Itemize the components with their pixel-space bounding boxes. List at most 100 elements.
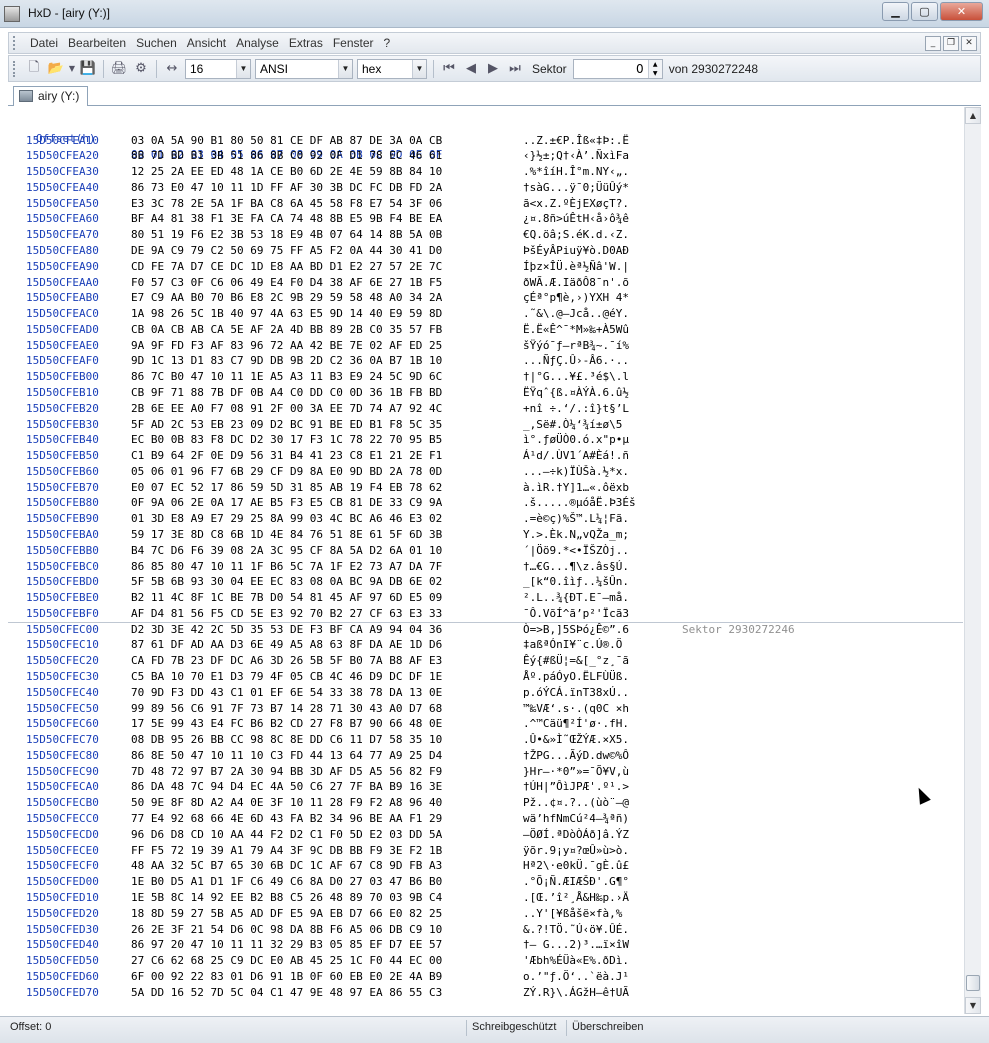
row-ascii[interactable]: Pž..¢¤.?..(ùò¨–@ [523, 795, 629, 811]
row-hex-bytes[interactable]: 86 97 20 47 10 11 11 32 29 B3 05 85 EF D… [131, 937, 442, 953]
row-ascii[interactable]: _­,Së#.Ò¼‘¾í±ø\5 [523, 417, 622, 433]
row-ascii[interactable]: ì°.ƒøÜÒ0.ó.x"p•µ [523, 432, 629, 448]
row-ascii[interactable]: –ÖØÍ.ªDòÒÁð]â.ÝZ [523, 827, 629, 843]
row-hex-bytes[interactable]: 99 89 56 C6 91 7F 73 B7 14 28 71 30 43 A… [131, 701, 442, 717]
row-ascii[interactable]: ´|Öö9.*<•ÏŠZÒj.. [523, 543, 629, 559]
row-ascii[interactable]: ðWÃ.Æ.IäðÔ8¯n'.õ [523, 275, 629, 291]
row-hex-bytes[interactable]: DE 9A C9 79 C2 50 69 75 FF A5 F2 0A 44 3… [131, 243, 442, 259]
row-hex-bytes[interactable]: 5F AD 2C 53 EB 23 09 D2 BC 91 BE ED B1 F… [131, 417, 442, 433]
row-hex-bytes[interactable]: 05 06 01 96 F7 6B 29 CF D9 8A E0 9D BD 2… [131, 464, 442, 480]
first-sector-icon[interactable]: ⏮ [439, 59, 459, 79]
row-ascii[interactable]: ZÝ.R}\.ÁGžH—ê†UÃ [523, 985, 629, 1001]
row-ascii[interactable]: ¯Ô.VõÍ^ã’p²'Ïcã3 [523, 606, 629, 622]
row-hex-bytes[interactable]: CB 0A CB AB CA 5E AF 2A 4D BB 89 2B C0 3… [131, 322, 442, 338]
row-ascii[interactable]: ..Z.±€P.Îß«‡Þ:.Ë [523, 133, 629, 149]
properties-icon[interactable]: ⚙ [131, 59, 151, 79]
menu-suchen[interactable]: Suchen [131, 36, 182, 50]
row-ascii[interactable]: ËŸqˆ{ß.¤ÀÝÀ.6.û½ [523, 385, 629, 401]
row-hex-bytes[interactable]: 8B 7D BD B1 3B 51 86 8B C0 92 0F D1 78 E… [131, 148, 442, 164]
menu-fenster[interactable]: Fenster [328, 36, 379, 50]
row-ascii[interactable]: Hª2\·e0kÜ.¯gÈ.û£ [523, 858, 629, 874]
row-hex-bytes[interactable]: 03 0A 5A 90 B1 80 50 81 CE DF AB 87 DE 3… [131, 133, 442, 149]
row-hex-bytes[interactable]: 9D 1C 13 D1 83 C7 9D DB 9B 2D C2 36 0A B… [131, 353, 442, 369]
charset-select[interactable]: ANSI ▼ [255, 58, 353, 79]
row-hex-bytes[interactable]: EC B0 0B 83 F8 DC D2 30 17 F3 1C 78 22 7… [131, 432, 442, 448]
row-hex-bytes[interactable]: 27 C6 62 68 25 C9 DC E0 AB 45 25 1C F0 4… [131, 953, 442, 969]
dropdown-arrow-icon[interactable]: ▼ [68, 59, 76, 79]
offset-base-select[interactable]: hex ▼ [357, 58, 427, 79]
row-ascii[interactable]: p.óÝCÁ.ïnT38xÚ.. [523, 685, 629, 701]
row-hex-bytes[interactable]: 18 8D 59 27 5B A5 AD DF E5 9A EB D7 66 E… [131, 906, 442, 922]
row-ascii[interactable]: €Q.öâ;S.éK.d.‹Z. [523, 227, 629, 243]
row-hex-bytes[interactable]: 01 3D E8 A9 E7 29 25 8A 99 03 4C BC A6 4… [131, 511, 442, 527]
menu-extras[interactable]: Extras [284, 36, 328, 50]
row-hex-bytes[interactable]: 9A 9F FD F3 AF 83 96 72 AA 42 BE 7E 02 A… [131, 338, 442, 354]
row-hex-bytes[interactable]: 1A 98 26 5C 1B 40 97 4A 63 E5 9D 14 40 E… [131, 306, 442, 322]
row-ascii[interactable]: ..Y'[¥­ßåšë×fà‚% [523, 906, 622, 922]
row-ascii[interactable]: Ò=>B,]5SÞó¿Ê©”.6 [523, 622, 629, 638]
row-ascii[interactable]: wä’hfNmCú²4–¾ªñ) [523, 811, 629, 827]
chevron-down-icon[interactable]: ▼ [338, 59, 352, 78]
scroll-thumb[interactable] [966, 975, 980, 991]
mdi-minimize-button[interactable]: _ [925, 35, 941, 51]
row-hex-bytes[interactable]: 86 7C B0 47 10 11 1E A5 A3 11 B3 E9 24 5… [131, 369, 442, 385]
row-hex-bytes[interactable]: CB 9F 71 88 7B DF 0B A4 C0 DD C0 0D 36 1… [131, 385, 442, 401]
row-ascii[interactable]: .[Œ.’î²¸Å&H‰p.›Ä [523, 890, 629, 906]
row-ascii[interactable]: †— G...2)³.…ï×îW [523, 937, 629, 953]
row-hex-bytes[interactable]: 86 85 80 47 10 11 1F B6 5C 7A 1F E2 73 A… [131, 559, 442, 575]
row-hex-bytes[interactable]: 87 61 DF AD AA D3 6E 49 A5 A8 63 8F DA A… [131, 637, 442, 653]
row-hex-bytes[interactable]: 2B 6E EE A0 F7 08 91 2F 00 3A EE 7D 74 A… [131, 401, 442, 417]
close-button[interactable]: ✕ [940, 2, 983, 21]
scroll-up-icon[interactable]: ▲ [965, 107, 981, 124]
row-hex-bytes[interactable]: 7D 48 72 97 B7 2A 30 94 BB 3D AF D5 A5 5… [131, 764, 442, 780]
row-hex-bytes[interactable]: 1E B0 D5 A1 D1 1F C6 49 C6 8A D0 27 03 4… [131, 874, 442, 890]
tab-airy[interactable]: airy (Y:) [13, 86, 89, 106]
row-hex-bytes[interactable]: 86 DA 48 7C 94 D4 EC 4A 50 C6 27 7F BA B… [131, 779, 442, 795]
row-hex-bytes[interactable]: 17 5E 99 43 E4 FC B6 B2 CD 27 F8 B7 90 6… [131, 716, 442, 732]
row-ascii[interactable]: Íþz×ÎÜ.èª½Ñâ'W.| [523, 259, 629, 275]
row-ascii[interactable]: .˜&\.@—Jcå..@éY. [523, 306, 629, 322]
row-ascii[interactable]: ‹}½±;Q†‹À’.ÑxìFa [523, 148, 629, 164]
row-hex-bytes[interactable]: F0 57 C3 0F C6 06 49 E4 F0 D4 38 AF 6E 2… [131, 275, 442, 291]
row-hex-bytes[interactable]: 86 8E 50 47 10 11 10 C3 FD 44 13 64 77 A… [131, 748, 442, 764]
row-hex-bytes[interactable]: 59 17 3E 8D C8 6B 1D 4E 84 76 51 8E 61 5… [131, 527, 442, 543]
toolbar-grip[interactable] [13, 60, 19, 77]
row-ascii[interactable]: &.?!TÖ.˜Ú‹ö¥.ÛÉ. [523, 922, 629, 938]
save-icon[interactable]: 💾 [78, 59, 98, 79]
row-ascii[interactable]: .=è©ç)%Š™.L¼¦Fã. [523, 511, 629, 527]
row-hex-bytes[interactable]: 0F 9A 06 2E 0A 17 AE B5 F3 E5 CB 81 DE 3… [131, 495, 442, 511]
row-hex-bytes[interactable]: BF A4 81 38 F1 3E FA CA 74 48 8B E5 9B F… [131, 211, 442, 227]
scroll-down-icon[interactable]: ▼ [965, 997, 981, 1014]
row-ascii[interactable]: .Û•&»Ì˜ŒŽÝÆ.×X5. [523, 732, 629, 748]
row-hex-bytes[interactable]: 08 DB 95 26 BB CC 98 8C 8E DD C6 11 D7 5… [131, 732, 442, 748]
row-hex-bytes[interactable]: B4 7C D6 F6 39 08 2A 3C 95 CF 8A 5A D2 6… [131, 543, 442, 559]
row-ascii[interactable]: †…€G...¶\z.âs§Ú. [523, 559, 629, 575]
row-ascii[interactable]: ÿõr.9¡y¤?œÛ»ù>ò. [523, 843, 629, 859]
row-ascii[interactable]: †|°G...¥£.³é$\.l [523, 369, 629, 385]
row-hex-bytes[interactable]: 96 D6 D8 CD 10 AA 44 F2 D2 C1 F0 5D E2 0… [131, 827, 442, 843]
row-ascii[interactable]: Åº.páÓyO.ËLFÙÜß. [523, 669, 629, 685]
row-hex-bytes[interactable]: B2 11 4C 8F 1C BE 7B D0 54 81 45 AF 97 6… [131, 590, 442, 606]
menu-analyse[interactable]: Analyse [231, 36, 284, 50]
row-hex-bytes[interactable]: D2 3D 3E 42 2C 5D 35 53 DE F3 BF CA A9 9… [131, 622, 442, 638]
row-ascii[interactable]: ÞšÉyÂPiuÿ¥ò.D0AÐ [523, 243, 629, 259]
sector-spinner[interactable]: 0 ▲ ▼ [572, 58, 663, 79]
chevron-down-icon[interactable]: ▼ [236, 59, 250, 78]
spinner-arrows-icon[interactable]: ▲ ▼ [647, 59, 662, 78]
row-ascii[interactable]: çÉª°p¶è,›)YXH 4* [523, 290, 629, 306]
row-hex-bytes[interactable]: 80 51 19 F6 E2 3B 53 18 E9 4B 07 64 14 8… [131, 227, 442, 243]
row-hex-bytes[interactable]: CA FD 7B 23 DF DC A6 3D 26 5B 5F B0 7A B… [131, 653, 442, 669]
row-hex-bytes[interactable]: 1E 5B 8C 14 92 EE B2 B8 C5 26 48 89 70 0… [131, 890, 442, 906]
row-ascii[interactable]: }Hr—·*0”»=¯Õ¥V‚ù [523, 764, 629, 780]
menubar-grip[interactable] [13, 36, 19, 50]
row-ascii[interactable]: †ŽPG...ÃýD.dw©%Ô [523, 748, 629, 764]
row-hex-bytes[interactable]: 50 9E 8F 8D A2 A4 0E 3F 10 11 28 F9 F2 A… [131, 795, 442, 811]
menu-ansicht[interactable]: Ansicht [182, 36, 231, 50]
row-hex-bytes[interactable]: E0 07 EC 52 17 86 59 5D 31 85 AB 19 F4 E… [131, 480, 442, 496]
menu-datei[interactable]: Datei [25, 36, 63, 50]
row-ascii[interactable]: ¿¤.8ñ>úÊtH‹å›ô¾ê [523, 211, 629, 227]
row-ascii[interactable]: à.ìR.†Y]1…«.ôëxb [523, 480, 629, 496]
minimize-button[interactable]: ▁ [882, 2, 909, 21]
row-ascii[interactable]: Êý{#ßÜ¦=&[_°z¸¯ã [523, 653, 629, 669]
mdi-close-button[interactable]: ✕ [961, 35, 977, 51]
